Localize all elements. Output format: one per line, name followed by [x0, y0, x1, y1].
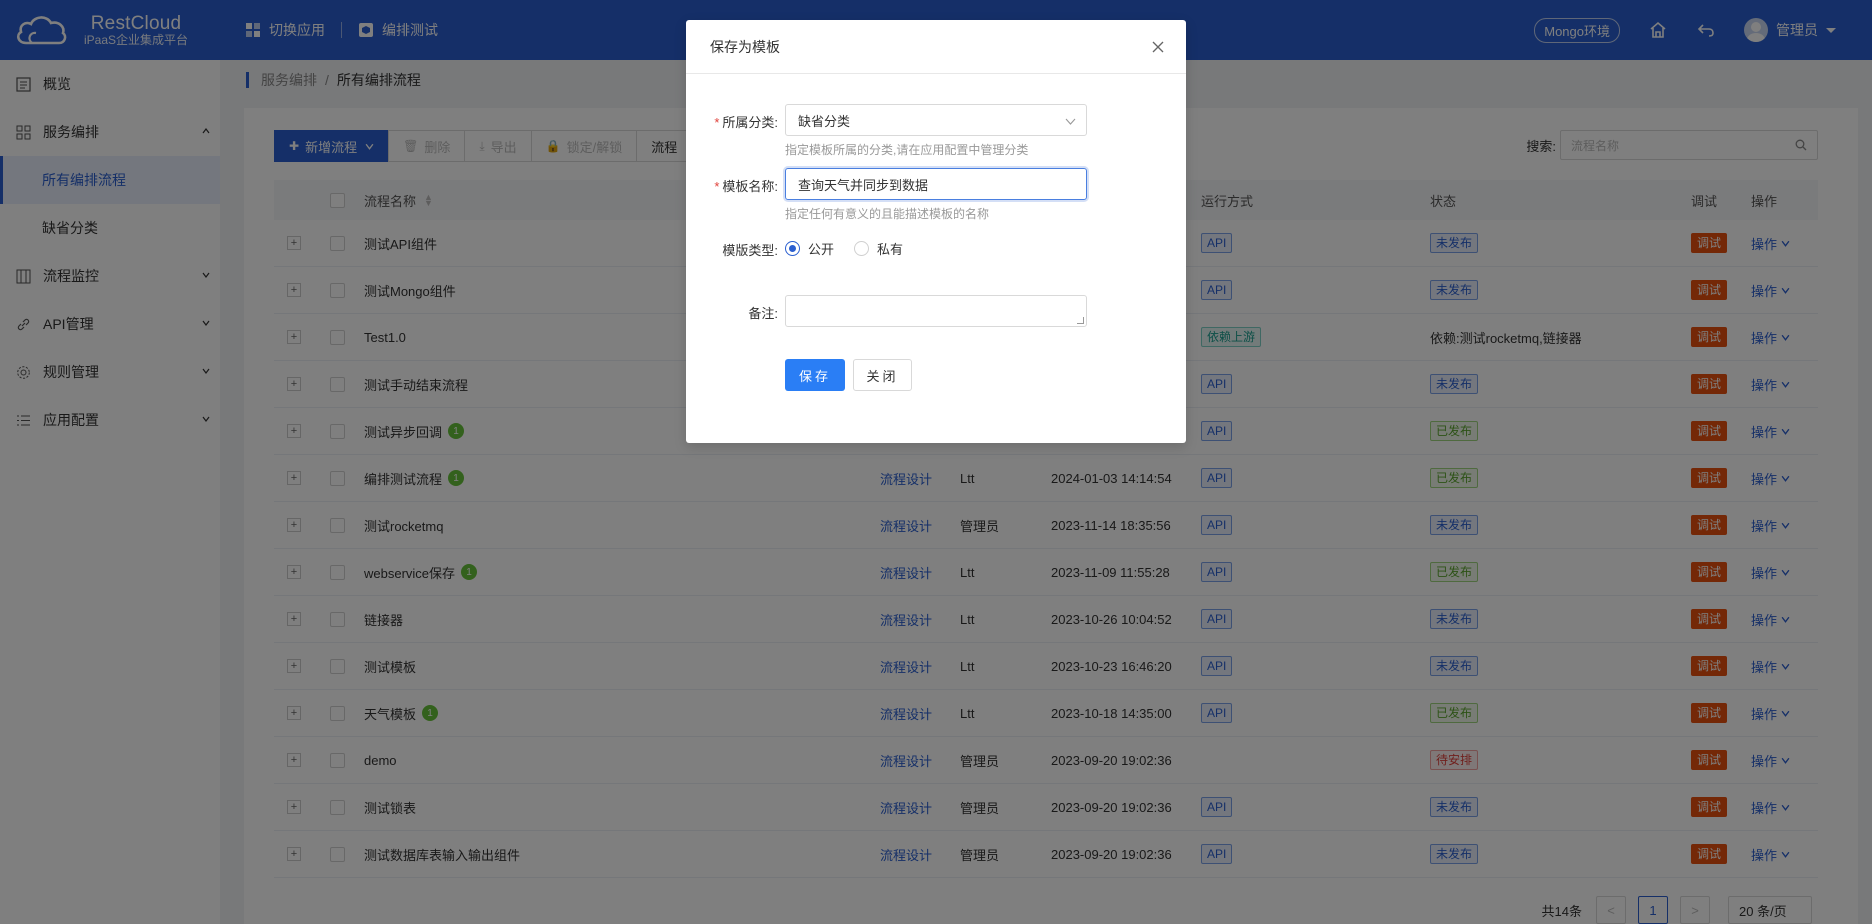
category-hint: 指定模板所属的分类,请在应用配置中管理分类: [785, 143, 1029, 157]
remark-textarea[interactable]: [785, 295, 1087, 327]
name-hint: 指定任何有意义的且能描述模板的名称: [785, 207, 990, 221]
remark-label: 备注:: [748, 306, 778, 321]
category-value: 缺省分类: [798, 113, 851, 129]
close-button[interactable]: 关闭: [853, 359, 912, 391]
chevron-down-icon: [1065, 118, 1076, 125]
radio-private-label[interactable]: 私有: [877, 239, 903, 258]
radio-public-label[interactable]: 公开: [808, 239, 834, 258]
category-label: * 所属分类:: [714, 115, 778, 130]
dialog-title: 保存为模板: [710, 38, 780, 55]
radio-private[interactable]: [854, 240, 870, 256]
save-button[interactable]: 保存: [785, 359, 845, 391]
save-template-dialog: 保存为模板 * 所属分类: 缺省分类 指定模板所属的分类,请在应用配置中管理分类 …: [686, 20, 1186, 443]
template-name-input[interactable]: 查询天气并同步到数据: [785, 168, 1087, 200]
close-icon[interactable]: [1152, 41, 1164, 53]
dialog-header: 保存为模板: [686, 20, 1186, 74]
type-label: 模版类型:: [722, 243, 778, 258]
category-select[interactable]: 缺省分类: [785, 104, 1087, 136]
name-label: * 模板名称:: [714, 179, 778, 194]
type-radio-group: 公开 私有: [785, 238, 1087, 258]
radio-public[interactable]: [785, 240, 800, 256]
